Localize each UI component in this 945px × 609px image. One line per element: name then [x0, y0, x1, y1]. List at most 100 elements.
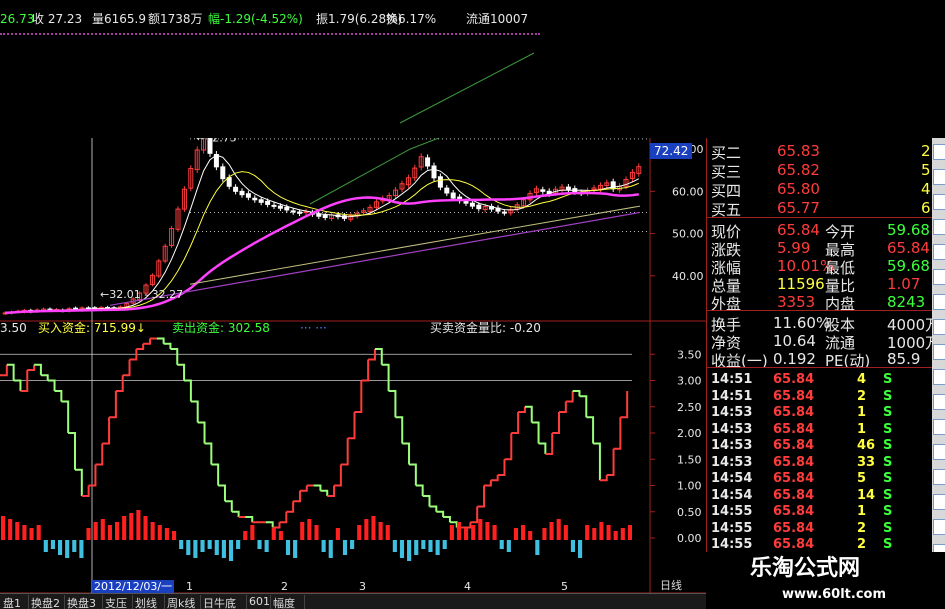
stat-row[interactable]: 涨幅 10.01% 最低 59.68	[707, 255, 933, 277]
trade-row[interactable]: 14:51 65.84 4 S	[707, 370, 933, 387]
watermark: 乐淘公式网 www.60lt.com	[706, 552, 945, 609]
trade-row[interactable]: 14:54 65.84 14 S	[707, 486, 933, 503]
header-segment[interactable]: 额1738万	[148, 13, 203, 25]
volume-bar	[364, 519, 369, 540]
indicator-legend-item[interactable]: 3.50	[0, 322, 27, 334]
ask-row[interactable]: 买三 65.82 5	[707, 159, 933, 181]
candle-body	[290, 210, 296, 213]
header-segment[interactable]: 收 27.23	[32, 13, 82, 25]
header-segment[interactable]: 流通10007	[466, 13, 528, 25]
indicator-step-line	[409, 463, 417, 486]
candle-body	[245, 193, 251, 198]
candle-body	[322, 214, 328, 219]
volume-bar	[86, 528, 91, 540]
indicator-legend-item[interactable]: 买入资金: 715.99↓	[38, 322, 146, 334]
trade-row[interactable]: 14:53 65.84 33 S	[707, 453, 933, 470]
bottom-tab[interactable]: 幅度	[270, 595, 305, 609]
toolbar-button-icon[interactable]	[933, 419, 945, 435]
ask-volume: 5	[921, 161, 931, 179]
bottom-tab[interactable]: 日牛底	[200, 595, 247, 609]
bottom-tab[interactable]: 601	[246, 595, 271, 609]
indicator-step-line	[334, 464, 342, 487]
trade-row[interactable]: 14:51 65.84 2 S	[707, 387, 933, 404]
kline-chart[interactable]: 70.0060.0050.0040.00←72.75←32.01 - 32.27…	[0, 138, 706, 609]
volume-bar	[22, 525, 27, 540]
trade-row[interactable]: 14:53 65.84 46 S	[707, 436, 933, 453]
divider[interactable]	[707, 217, 933, 218]
period-label[interactable]: 日线	[660, 580, 682, 591]
header-segment[interactable]: 幅-1.29(-4.52%)	[208, 13, 303, 25]
toolbar-button-icon[interactable]	[933, 169, 945, 185]
info-row[interactable]: 收益(一) 0.192 PE(动) 85.9	[707, 348, 933, 370]
indicator-step-line	[463, 522, 472, 529]
toolbar-button-icon[interactable]	[933, 294, 945, 310]
ask-row[interactable]: 买四 65.80 4	[707, 178, 933, 200]
toolbar-button-icon[interactable]	[933, 519, 945, 535]
candle-body	[265, 200, 271, 205]
trade-row[interactable]: 14:53 65.84 1 S	[707, 420, 933, 437]
toolbar-button-icon[interactable]	[933, 194, 945, 210]
toolbar-button-icon[interactable]	[933, 444, 945, 460]
volume-bar	[200, 540, 205, 552]
indicator-step-line	[74, 468, 83, 496]
divider[interactable]	[707, 310, 933, 311]
volume-bar	[186, 540, 191, 555]
stat-row[interactable]: 外盘 3353 内盘 8243	[707, 291, 933, 313]
indicator-step-line	[272, 522, 281, 529]
bottom-tab[interactable]: 换盘3	[64, 595, 103, 609]
trade-price: 65.84	[773, 504, 815, 519]
header-segment[interactable]: 换6.17%	[386, 13, 436, 25]
trade-flag: S	[883, 537, 893, 552]
volume-bar	[399, 540, 405, 558]
stat-row[interactable]: 涨跌 5.99 最高 65.84	[707, 237, 933, 259]
indicator-step-line	[293, 490, 301, 503]
volume-bar	[478, 519, 483, 540]
toolbar-button-icon[interactable]	[933, 469, 945, 485]
info-row[interactable]: 换手 11.60% 股本 4000万	[707, 312, 940, 334]
bottom-tab[interactable]: 周k线	[164, 595, 201, 609]
bottom-tab[interactable]: 划线	[132, 595, 165, 609]
toolbar-button-icon[interactable]	[933, 494, 945, 510]
toolbar-button-icon[interactable]	[933, 219, 945, 235]
toolbar-button-icon[interactable]	[933, 269, 945, 285]
volume-bar	[264, 540, 269, 552]
toolbar-button-icon[interactable]	[933, 144, 945, 160]
indicator-step-line	[54, 390, 63, 402]
volume-bar	[563, 525, 568, 540]
toolbar-button-icon[interactable]	[933, 394, 945, 410]
long-ma-line	[109, 211, 641, 306]
trade-row[interactable]: 14:55 65.84 2 S	[707, 519, 933, 536]
volume-bar	[606, 525, 611, 540]
price-tick-label: 50.00	[672, 228, 704, 241]
bottom-tab[interactable]: 换盘2	[28, 595, 65, 609]
volume-bar	[221, 540, 226, 558]
toolbar-button-icon[interactable]	[933, 369, 945, 385]
header-segment[interactable]: 量6165.9	[92, 13, 146, 25]
stat-row[interactable]: 总量 11596 量比 1.07	[707, 273, 933, 295]
info-row[interactable]: 净资 10.64 流通 1000万	[707, 330, 940, 352]
stat-row[interactable]: 现价 65.84 今开 59.68	[707, 219, 933, 241]
ask-row[interactable]: 买二 65.83 2	[707, 140, 933, 162]
side-toolbar	[932, 138, 945, 609]
toolbar-button-icon[interactable]	[933, 319, 945, 335]
info-value: 85.9	[887, 350, 921, 368]
indicator-legend-item[interactable]: ··· ···	[300, 322, 327, 334]
toolbar-button-icon[interactable]	[933, 344, 945, 360]
toolbar-button-icon[interactable]	[933, 244, 945, 260]
trade-row[interactable]: 14:53 65.84 1 S	[707, 403, 933, 420]
indicator-legend-item[interactable]: 买卖资金量比: -0.20	[430, 322, 541, 334]
ask-row[interactable]: 买五 65.77 6	[707, 197, 933, 219]
candle-body	[271, 204, 277, 207]
divider[interactable]	[707, 367, 933, 368]
trade-price: 65.84	[773, 438, 815, 453]
indicator-step-line	[490, 475, 499, 482]
trade-row[interactable]: 14:55 65.84 1 S	[707, 502, 933, 519]
trade-row[interactable]: 14:55 65.84 2 S	[707, 535, 933, 552]
trade-row[interactable]: 14:54 65.84 5 S	[707, 469, 933, 486]
indicator-legend-item[interactable]: 卖出资金: 302.58	[172, 322, 270, 334]
trade-flag: S	[883, 487, 893, 503]
header-segment[interactable]: 26.73	[0, 13, 34, 25]
bottom-tab[interactable]: 盘1	[0, 595, 29, 609]
indicator-step-line	[347, 412, 356, 440]
bottom-tab[interactable]: 支压	[102, 595, 133, 609]
